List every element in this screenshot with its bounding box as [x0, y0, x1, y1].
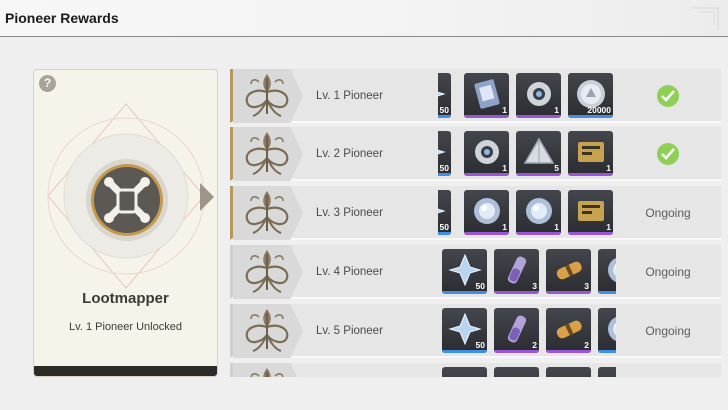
page-title: Pioneer Rewards — [5, 10, 119, 26]
pioneer-badge-card: ? Lootmapper Lv. 1 Pioneer Unlocked — [33, 69, 218, 377]
item-qty: 2 — [532, 340, 537, 350]
item-qty: 1 — [502, 105, 507, 115]
page-header: Pioneer Rewards — [0, 0, 728, 37]
reward-item[interactable]: 50 — [442, 249, 487, 294]
card-footer-bar — [34, 366, 217, 376]
reward-item[interactable]: 3 — [494, 249, 539, 294]
reward-level-list[interactable]: Lv. 1 Pioneer 50 1 1 20000 Lv. 2 Pioneer… — [230, 69, 721, 377]
row-label: Lv. 3 Pioneer — [316, 207, 383, 219]
reward-item[interactable]: 1 — [568, 131, 613, 176]
item-qty: 3 — [584, 281, 589, 291]
reward-item[interactable]: 20000 — [568, 73, 613, 118]
reward-row-lv6[interactable] — [230, 363, 721, 377]
reward-row-lv4[interactable]: Lv. 4 Pioneer 50 3 3 Ongoing — [230, 245, 721, 299]
reward-item[interactable]: 50 — [438, 131, 451, 176]
reward-item[interactable]: 1 — [464, 190, 509, 235]
badge-status: Lv. 1 Pioneer Unlocked — [69, 321, 182, 333]
reward-item[interactable] — [494, 367, 539, 377]
item-qty: 1 — [502, 222, 507, 232]
item-qty: 1 — [606, 163, 611, 173]
reward-item[interactable]: 2 — [546, 308, 591, 353]
reward-item[interactable] — [598, 367, 616, 377]
reward-row-lv5[interactable]: Lv. 5 Pioneer 50 2 2 Ongoing — [230, 304, 721, 358]
reward-item[interactable] — [598, 308, 616, 353]
reward-item[interactable] — [442, 367, 487, 377]
pioneer-emblem-icon — [245, 130, 289, 176]
reward-item[interactable]: 2 — [494, 308, 539, 353]
pioneer-emblem-icon — [245, 307, 289, 353]
pointer-arrow-icon — [200, 183, 214, 211]
reward-item[interactable]: 50 — [442, 308, 487, 353]
reward-item[interactable]: 5 — [516, 131, 561, 176]
claimed-status — [623, 127, 713, 181]
pioneer-emblem-icon — [245, 366, 289, 377]
reward-item[interactable]: 1 — [464, 73, 509, 118]
reward-items: 50 2 2 — [438, 308, 616, 354]
reward-item[interactable]: 1 — [516, 190, 561, 235]
reward-item[interactable]: 1 — [516, 73, 561, 118]
lootmapper-badge-icon — [86, 159, 168, 241]
item-qty: 3 — [532, 281, 537, 291]
item-qty: 50 — [439, 105, 449, 115]
item-qty: 1 — [606, 222, 611, 232]
row-label: Lv. 1 Pioneer — [316, 90, 383, 102]
item-qty: 20000 — [587, 105, 611, 115]
reward-items: 50 1 1 20000 — [438, 73, 616, 119]
reward-items: 50 3 3 — [438, 249, 616, 295]
status-text: Ongoing — [645, 324, 691, 338]
item-qty: 50 — [439, 163, 449, 173]
row-label: Lv. 2 Pioneer — [316, 148, 383, 160]
reward-row-lv1[interactable]: Lv. 1 Pioneer 50 1 1 20000 — [230, 69, 721, 123]
reward-items: 50 1 5 1 — [438, 131, 616, 177]
item-qty: 1 — [554, 105, 559, 115]
row-label: Lv. 4 Pioneer — [316, 266, 383, 278]
pioneer-emblem-icon — [245, 189, 289, 235]
reward-items — [438, 367, 616, 377]
pioneer-emblem-icon — [245, 248, 289, 294]
claimed-status — [623, 69, 713, 123]
status-text: Ongoing — [645, 265, 691, 279]
reward-item[interactable]: 50 — [438, 73, 451, 118]
corner-ornament-icon — [692, 7, 719, 30]
reward-item[interactable]: 50 — [438, 190, 451, 235]
item-qty: 1 — [502, 163, 507, 173]
item-qty: 2 — [584, 340, 589, 350]
reward-row-lv3[interactable]: Lv. 3 Pioneer 50 1 1 1 Ongoing — [230, 186, 721, 240]
reward-item[interactable]: 1 — [464, 131, 509, 176]
row-label: Lv. 5 Pioneer — [316, 325, 383, 337]
reward-item[interactable] — [546, 367, 591, 377]
item-qty: 1 — [554, 222, 559, 232]
check-icon — [657, 143, 679, 165]
reward-item[interactable]: 3 — [546, 249, 591, 294]
item-qty: 50 — [475, 340, 485, 350]
pioneer-emblem-icon — [245, 72, 289, 118]
item-qty: 5 — [554, 163, 559, 173]
reward-items: 50 1 1 1 — [438, 190, 616, 236]
reward-item[interactable]: 1 — [568, 190, 613, 235]
status-text: Ongoing — [645, 206, 691, 220]
item-qty: 50 — [475, 281, 485, 291]
reward-item[interactable] — [598, 249, 616, 294]
check-icon — [657, 85, 679, 107]
item-qty: 50 — [439, 222, 449, 232]
reward-row-lv2[interactable]: Lv. 2 Pioneer 50 1 5 1 — [230, 127, 721, 181]
badge-name: Lootmapper — [82, 290, 169, 307]
